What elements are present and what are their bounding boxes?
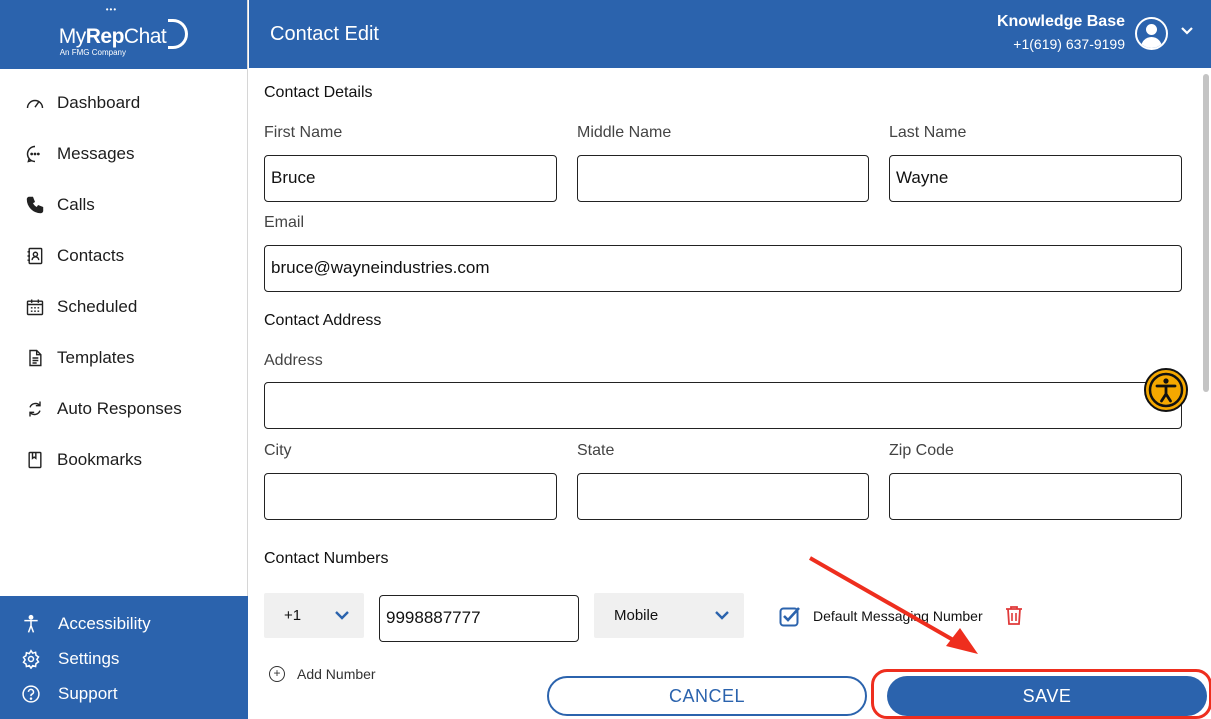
gauge-icon [24, 92, 46, 114]
email-label: Email [264, 214, 305, 231]
cancel-button[interactable]: CANCEL [547, 676, 867, 716]
chat-bubble-icon [24, 143, 46, 165]
section-title-contact-details: Contact Details [264, 84, 373, 101]
country-code-select[interactable]: +1 [264, 593, 364, 638]
sidebar-item-label: Bookmarks [57, 449, 143, 469]
city-label: City [264, 442, 292, 459]
sidebar: My Rep Chat ••• An FMG Company Dashboard M… [0, 0, 248, 719]
sidebar-item-settings[interactable]: Settings [0, 641, 248, 676]
account-name: Knowledge Base [996, 13, 1125, 30]
country-code-value: +1 [284, 607, 302, 624]
sidebar-item-label: Support [58, 683, 118, 703]
logo-mark: My Rep Chat ••• An FMG Company [58, 5, 189, 57]
sidebar-item-label: Settings [58, 648, 120, 668]
first-name-field[interactable]: Bruce [264, 155, 557, 202]
address-label: Address [264, 352, 323, 369]
section-title-contact-address: Contact Address [264, 312, 382, 329]
calendar-icon [24, 296, 46, 318]
page-title: Contact Edit [270, 23, 379, 45]
default-number-label: Default Messaging Number [813, 608, 983, 624]
state-label: State [577, 442, 615, 459]
logo-text-rep: Rep [85, 24, 125, 48]
accessibility-icon [1148, 372, 1184, 408]
refresh-icon [24, 398, 46, 420]
sidebar-item-contacts[interactable]: Contacts [0, 230, 247, 281]
last-name-label: Last Name [889, 124, 967, 141]
sidebar-item-label: Accessibility [58, 613, 151, 633]
logo[interactable]: My Rep Chat ••• An FMG Company [0, 0, 247, 69]
scrollbar[interactable] [1199, 68, 1211, 719]
phone-type-value: Mobile [614, 607, 659, 624]
logo-dots: ••• [105, 4, 118, 14]
avatar[interactable] [1135, 17, 1168, 50]
help-icon [20, 683, 42, 705]
contact-edit-form: Contact Details First Name Middle Name L… [249, 68, 1211, 719]
sidebar-item-accessibility[interactable]: Accessibility [0, 606, 248, 641]
sidebar-item-label: Dashboard [57, 92, 141, 112]
contact-card-icon [24, 245, 46, 267]
state-field[interactable] [577, 473, 869, 520]
sidebar-item-bookmarks[interactable]: Bookmarks [0, 434, 247, 485]
form-actions: CANCEL SAVE [249, 672, 1211, 719]
first-name-label: First Name [264, 124, 343, 141]
sidebar-item-dashboard[interactable]: Dashboard [0, 77, 247, 128]
sidebar-item-label: Templates [57, 347, 135, 367]
sidebar-item-scheduled[interactable]: Scheduled [0, 281, 247, 332]
top-bar: Contact Edit Knowledge Base +1(619) 637-… [249, 0, 1211, 68]
city-field[interactable] [264, 473, 557, 520]
address-field[interactable] [264, 382, 1182, 429]
sidebar-nav: Dashboard Messages Calls Contacts Schedu… [0, 69, 247, 485]
sidebar-item-messages[interactable]: Messages [0, 128, 247, 179]
gear-icon [20, 648, 42, 670]
sidebar-item-label: Auto Responses [57, 398, 182, 418]
last-name-field[interactable]: Wayne [889, 155, 1182, 202]
chevron-down-icon [715, 611, 729, 620]
phone-icon [24, 194, 46, 216]
save-button[interactable]: SAVE [887, 676, 1207, 716]
chevron-down-icon[interactable] [1180, 26, 1194, 36]
logo-text-my: My [58, 24, 87, 48]
zip-code-field[interactable] [889, 473, 1182, 520]
phone-type-select[interactable]: Mobile [594, 593, 744, 638]
logo-subtitle: An FMG Company [59, 47, 126, 57]
account-info[interactable]: Knowledge Base +1(619) 637-9199 [997, 13, 1125, 52]
middle-name-label: Middle Name [577, 124, 672, 141]
section-title-contact-numbers: Contact Numbers [264, 550, 389, 567]
sidebar-item-templates[interactable]: Templates [0, 332, 247, 383]
middle-name-field[interactable] [577, 155, 869, 202]
sidebar-item-support[interactable]: Support [0, 676, 248, 711]
chevron-down-icon [335, 611, 349, 620]
sidebar-item-auto-responses[interactable]: Auto Responses [0, 383, 247, 434]
sidebar-item-label: Messages [57, 143, 135, 163]
accessibility-icon [20, 613, 42, 635]
bookmark-icon [24, 449, 46, 471]
email-field[interactable]: bruce@wayneindustries.com [264, 245, 1182, 292]
sidebar-item-label: Scheduled [57, 296, 138, 316]
phone-number-field[interactable]: 9998887777 [379, 595, 579, 642]
sidebar-item-label: Contacts [57, 245, 125, 265]
default-number-checkbox[interactable] [779, 605, 801, 627]
sidebar-item-calls[interactable]: Calls [0, 179, 247, 230]
scrollbar-thumb[interactable] [1203, 74, 1209, 392]
trash-icon[interactable] [1004, 604, 1024, 626]
logo-text-chat: Chat [123, 24, 167, 48]
document-icon [24, 347, 46, 369]
sidebar-item-label: Calls [57, 194, 95, 214]
logo-bubble-icon [168, 18, 189, 49]
account-phone: +1(619) 637-9199 [1013, 36, 1125, 52]
accessibility-widget-button[interactable] [1144, 368, 1188, 412]
zip-code-label: Zip Code [889, 442, 954, 459]
sidebar-footer: Accessibility Settings Support [0, 596, 248, 719]
